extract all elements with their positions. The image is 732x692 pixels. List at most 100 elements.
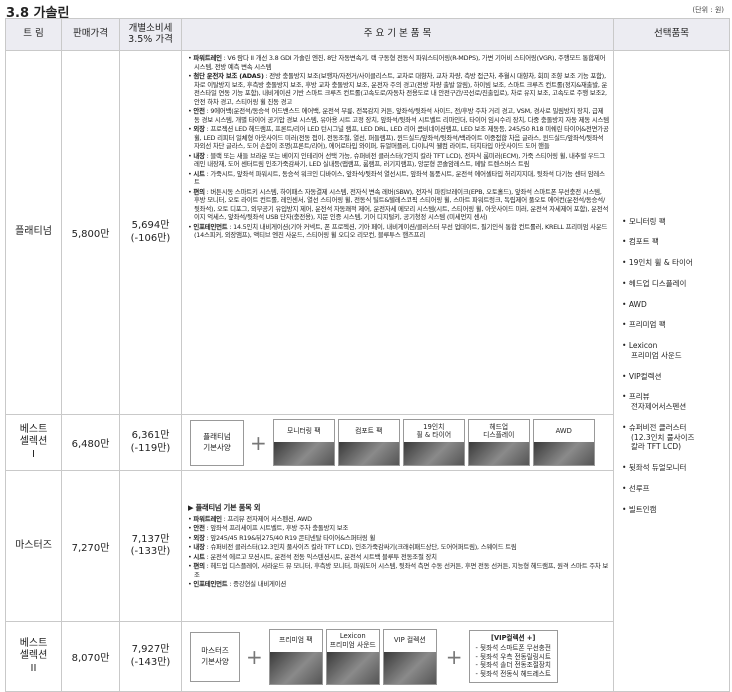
features-masters: ▶ 플래티넘 기본 품목 외 • 파워트레인 : 프리뷰 전자제어 서스펜션, …: [181, 470, 614, 622]
package-item: 모니터링 팩: [272, 419, 335, 466]
package-item: 컴포트 팩: [337, 419, 400, 466]
feature-item: • 안전 : 9에어백(운전석/동승석 어드밴스드 에어백, 운전석 무릎, 전…: [188, 107, 609, 124]
feature-category: 내장: [193, 151, 205, 160]
package-label: 컴포트 팩: [355, 426, 383, 435]
feature-category: 편의: [193, 562, 205, 571]
feature-item: • 인포테인먼트 : 14.5인치 내비게이션(기아 커넥트, 폰 프로젝션, …: [188, 222, 608, 240]
feature-category: 파워트레인: [193, 514, 222, 523]
option-label: 프리뷰 전자제어서스펜션: [628, 392, 687, 412]
feature-text: : 가죽시트, 앞좌석 파워시트, 동승석 워크인 디바이스, 앞좌석/뒷좌석 …: [194, 169, 605, 187]
package-photo: [468, 442, 529, 465]
option-item: • 빌트인캠: [622, 504, 657, 514]
price-platinum: 5,800만: [61, 50, 120, 415]
feature-item: • 외장 : 프로젝션 LED 헤드램프, 프론트/리어 LED 턴시그널 램프…: [188, 125, 609, 151]
feature-category: 시트: [193, 169, 205, 178]
package-label: AWD: [555, 426, 572, 435]
features-platinum: • 파워트레인 : V6 람다 II 개선 3.8 GDI 가솔린 엔진, 8단…: [181, 50, 614, 415]
tax-best-selection-1: 6,361만 (-119만): [119, 414, 182, 471]
package-item: 프리미엄 팩: [268, 628, 323, 685]
tax-best-selection-2: 7,927만 (-143만): [119, 621, 182, 692]
feature-text: : 프로젝션 LED 헤드램프, 프론트/리어 LED 턴시그널 램프, LED…: [194, 125, 609, 151]
feature-category: 외장: [193, 125, 205, 134]
package-label: 헤드업 디스플레이: [483, 422, 515, 439]
package-label: 19인치 휠 & 타이어: [416, 422, 452, 439]
feature-category: 편의: [193, 187, 205, 196]
base-spec-masters: 마스터즈 기본사양: [190, 631, 240, 682]
option-item: • 컴포트 팩: [622, 237, 659, 247]
feature-item: • 내장 : 블랙 또는 새들 브라운 또는 베이지 인테리어 선택 가능, 슈…: [188, 151, 605, 169]
package-photo: [326, 651, 379, 684]
package-label: 모니터링 팩: [287, 426, 321, 435]
header-tax: 개별소비세 3.5% 가격: [119, 18, 182, 51]
trim-masters: 마스터즈: [5, 470, 62, 622]
option-item: • 슈퍼비전 클러스터 (12.3인치 풀사이즈 칼라 TFT LCD): [622, 422, 695, 452]
package-best-selection-2: 마스터즈 기본사양 + 프리미엄 팩 Lexicon 프리미엄 사운드 VIP 컬렉…: [181, 621, 614, 692]
feature-item: • 인포테인먼트 : 증강현실 내비게이션: [188, 580, 287, 589]
feature-item: • 편의 : 버튼시동 스마트키 시스템, 하이패스 자동결제 시스템, 전자식…: [188, 187, 609, 222]
header-features: 주 요 기 본 품 목: [181, 18, 614, 51]
masters-heading: ▶ 플래티넘 기본 품목 외: [188, 503, 261, 513]
option-item: • 모니터링 팩: [622, 216, 666, 226]
option-label: 19인치 휠 & 타이어: [628, 258, 693, 268]
option-label: 컴포트 팩: [628, 237, 659, 247]
header-row: 트 림 판매가격 개별소비세 3.5% 가격 주 요 기 본 품 목 선택품목: [5, 18, 730, 51]
feature-category: 시트: [193, 552, 205, 561]
price-table: 트 림 판매가격 개별소비세 3.5% 가격 주 요 기 본 품 목 선택품목 …: [5, 18, 730, 692]
tax-platinum: 5,694만 (-106만): [119, 50, 182, 415]
options-list: • 모니터링 팩 • 컴포트 팩 • 19인치 휠 & 타이어 • 헤드업 디스플레이…: [613, 50, 730, 692]
package-item: Lexicon 프리미엄 사운드: [325, 628, 380, 685]
price-best-selection-2: 8,070만: [61, 621, 120, 692]
option-label: Lexicon 프리미엄 사운드: [628, 341, 682, 360]
feature-text: : 블랙 또는 새들 브라운 또는 베이지 인테리어 선택 가능, 슈퍼비전 클…: [194, 151, 605, 169]
option-label: VIP컬렉션: [628, 371, 662, 381]
plus-icon: +: [445, 644, 463, 669]
base-spec-platinum: 플래티넘 기본사양: [190, 419, 244, 466]
feature-text: : 14.5인치 내비게이션(기아 커넥트, 폰 프로젝션, 기아 페이, 내비…: [194, 222, 608, 240]
vip-collection-box: [VIP컬렉션 +] - 뒷좌석 스마트폰 무선충전 - 뒷좌석 우측 전동릴링시…: [468, 629, 558, 684]
option-item: • VIP컬렉션: [622, 371, 662, 381]
header-options: 선택품목: [613, 18, 730, 51]
feature-category: 파워트레인: [193, 54, 222, 62]
feature-category: 인포테인먼트: [193, 580, 228, 589]
package-item: 헤드업 디스플레이: [467, 419, 530, 466]
vip-item: - 뒷좌석 솔더 전동조절장치: [475, 661, 551, 670]
option-label: 프리미엄 팩: [628, 320, 666, 330]
vip-item: - 뒷좌석 스마트폰 무선충전: [475, 643, 551, 652]
feature-item: • 시트 : 운전석 에르고 모션시트, 운전석 전동 익스텐션시트, 운전석 …: [188, 552, 437, 561]
option-label: AWD: [628, 299, 647, 309]
package-photo: [533, 442, 594, 465]
tax-masters: 7,137만 (-133만): [119, 470, 182, 622]
option-item: • 뒷좌석 듀얼모니터: [622, 463, 687, 473]
option-label: 선루프: [628, 483, 650, 493]
feature-item: • 안전 : 앞좌석 프리세이프 시트벨트, 후방 주차 충돌방지 보조: [188, 524, 349, 533]
feature-item: • 시트 : 가죽시트, 앞좌석 파워시트, 동승석 워크인 디바이스, 앞좌석…: [188, 169, 605, 187]
feature-item: • 편의 : 헤드업 디스플레이, 서라운드 뷰 모니터, 후측방 모니터, 파…: [188, 562, 609, 579]
package-photo: [338, 442, 399, 465]
trim-best-selection-1: 베스트 셀렉션 I: [5, 414, 62, 471]
option-item: • 선루프: [622, 483, 650, 493]
option-item: • 19인치 휠 & 타이어: [622, 258, 693, 268]
feature-text: : 프리뷰 전자제어 서스펜션, AWD: [221, 514, 312, 523]
feature-text: : V6 람다 II 개선 3.8 GDI 가솔린 엔진, 8단 자동변속기, …: [194, 54, 606, 71]
price-masters: 7,270만: [61, 470, 120, 622]
plus-icon: +: [250, 430, 267, 455]
feature-text: : 앞좌석 프리세이프 시트벨트, 후방 주차 충돌방지 보조: [204, 524, 349, 533]
package-label: 프리미엄 팩: [279, 636, 313, 645]
package-item: AWD: [532, 419, 595, 466]
package-label: VIP 컬렉션: [393, 636, 426, 645]
package-photo: [273, 442, 334, 465]
package-photo: [403, 442, 464, 465]
feature-category: 내장: [193, 543, 205, 552]
feature-category: 안전: [193, 107, 205, 116]
option-item: • 프리뷰 전자제어서스펜션: [622, 392, 687, 412]
option-label: 슈퍼비전 클러스터 (12.3인치 풀사이즈 칼라 TFT LCD): [628, 422, 695, 452]
feature-text: : 버튼시동 스마트키 시스템, 하이패스 자동결제 시스템, 전자식 변속 레…: [194, 187, 609, 222]
feature-item: • 파워트레인 : 프리뷰 전자제어 서스펜션, AWD: [188, 514, 312, 523]
option-label: 뒷좌석 듀얼모니터: [628, 463, 687, 473]
vip-title: [VIP컬렉션 +]: [491, 633, 536, 642]
feature-text: : 헤드업 디스플레이, 서라운드 뷰 모니터, 후측방 모니터, 파워도어 시…: [194, 562, 609, 579]
feature-category: 인포테인먼트: [193, 222, 228, 231]
feature-text: : 운전석 에르고 모션시트, 운전석 전동 익스텐션시트, 운전석 시트백 블…: [204, 552, 437, 561]
unit-label: (단위 : 원): [692, 6, 724, 14]
package-item: VIP 컬렉션: [382, 628, 437, 685]
